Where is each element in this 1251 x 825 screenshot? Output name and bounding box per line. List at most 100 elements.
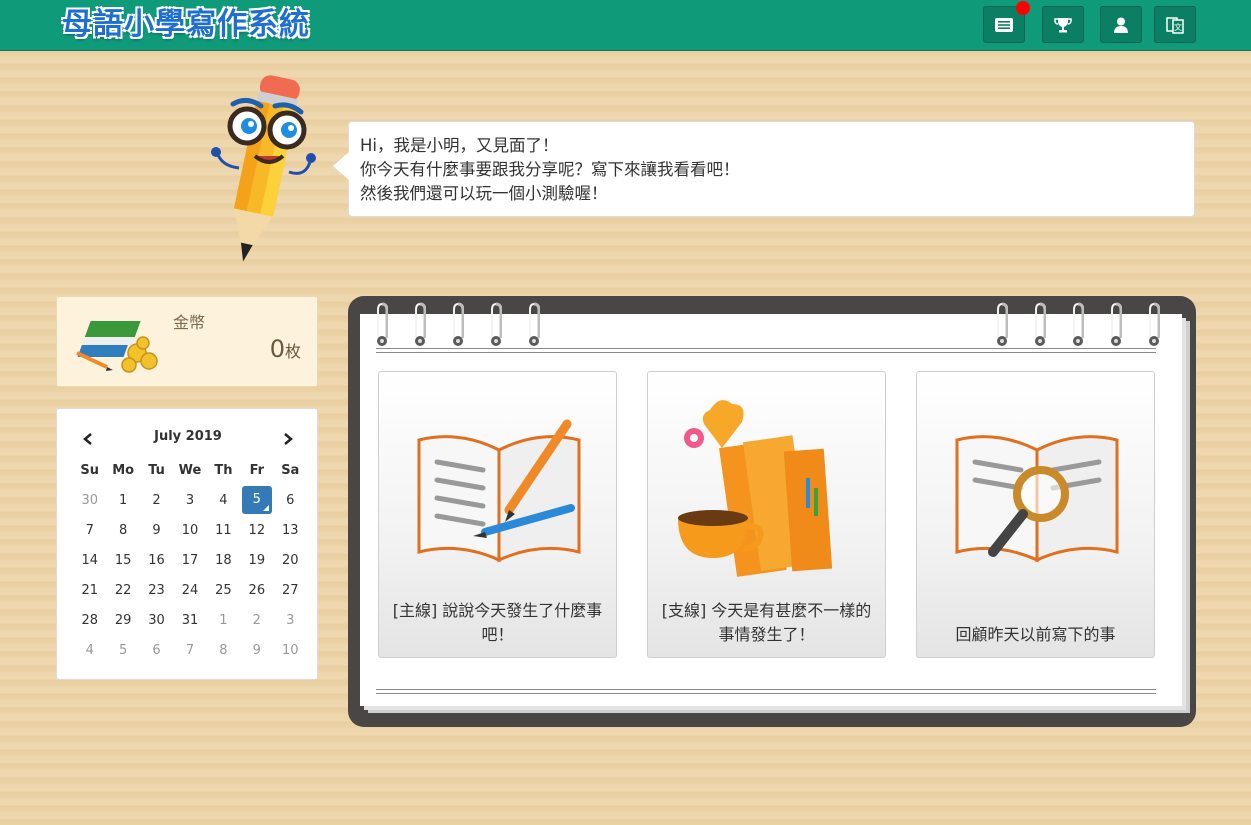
calendar-day[interactable]: 19 [240,545,273,575]
calendar-day-number: 16 [148,552,165,568]
calendar-day-number: 3 [185,492,195,508]
weekday-header: Su [80,462,100,478]
calendar-day[interactable]: 10 [173,515,206,545]
calendar-day[interactable]: 30 [140,605,173,635]
calendar-day[interactable]: 1 [106,485,139,515]
calendar-day[interactable]: 12 [240,515,273,545]
calendar-day[interactable]: 10 [274,635,307,665]
messages-button[interactable] [983,1,1030,43]
speech-line: 你今天有什麼事要跟我分享呢？寫下來讓我看看吧！ [360,160,740,179]
spiral-ring [1111,302,1122,346]
calendar-day-number: 30 [81,492,98,508]
calendar-next-button[interactable] [273,427,303,451]
calendar-day[interactable]: 16 [140,545,173,575]
calendar-day[interactable]: 20 [274,545,307,575]
calendar-day-number: 23 [148,582,165,598]
calendar-day[interactable]: 27 [274,575,307,605]
calendar-day-number: 4 [85,642,94,658]
weekday-header: Fr [249,462,265,478]
calendar-day[interactable]: 9 [140,515,173,545]
side-story-card[interactable]: [支線] 今天是有甚麼不一樣的事情發生了！ [647,371,886,658]
spiral-ring [1149,302,1160,346]
calendar-day-number: 5 [118,642,128,658]
calendar-day[interactable]: 31 [173,605,206,635]
calendar-day[interactable]: 3 [274,605,307,635]
calendar-day[interactable]: 22 [106,575,139,605]
calendar-day[interactable]: 7 [73,515,106,545]
calendar-day[interactable]: 26 [240,575,273,605]
bottom-rule [376,689,1156,694]
calendar-day[interactable]: 28 [73,605,106,635]
calendar-widget: July 2019 Su Mo Tu We Th Fr Sa 30 1 2 3 4 5 6 7 8 9 10 11… [56,408,318,680]
coins-books-icon [76,321,158,373]
calendar-day-number: 24 [181,582,199,598]
calendar-day-number: 8 [118,522,128,538]
coin-label: 金幣 [173,313,206,332]
calendar-day[interactable]: 2 [240,605,273,635]
calendar-day-number: 27 [281,582,299,598]
coin-amount: 0枚 [270,335,301,363]
calendar-day-number: 7 [185,642,195,658]
top-rule [376,348,1156,353]
app-logo-title[interactable]: 母語小學寫作系統 [62,6,310,44]
calendar-day[interactable]: 5 [106,635,139,665]
calendar-day[interactable]: 14 [73,545,106,575]
calendar-day-number: 20 [281,552,299,568]
calendar-day[interactable]: 23 [140,575,173,605]
calendar-day-number: 5 [241,486,272,514]
spiral-ring [1035,302,1046,346]
calendar-day[interactable]: 4 [73,635,106,665]
calendar-day[interactable]: 6 [274,485,307,515]
calendar-day-number: 29 [114,612,132,628]
calendar-day[interactable]: 3 [173,485,206,515]
calendar-day-number: 1 [219,612,228,628]
calendar-day[interactable]: 30 [73,485,106,515]
calendar-day-number: 31 [181,612,199,628]
calendar-prev-button[interactable] [73,427,103,451]
calendar-day[interactable]: 17 [173,545,206,575]
mascot-speech-bubble: Hi，我是小明，又見面了！ 你今天有什麼事要跟我分享呢？寫下來讓我看看吧！ 然後… [333,121,1195,217]
calendar-day[interactable]: 2 [140,485,173,515]
calendar-day[interactable]: 1 [207,605,240,635]
calendar-month-title[interactable]: July 2019 [103,429,273,444]
language-button[interactable]: 文 [1154,6,1196,43]
calendar-day[interactable]: 8 [106,515,139,545]
calendar-day[interactable]: 21 [73,575,106,605]
calendar-day-number: 8 [219,642,228,658]
calendar-grid: Su Mo Tu We Th Fr Sa 30 1 2 3 4 5 6 7 8 9 10 11 12 13 14 15 16… [73,455,307,665]
review-label: 回顧昨天以前寫下的事 [955,625,1116,644]
calendar-day[interactable]: 24 [173,575,206,605]
calendar-day-number: 14 [81,552,98,568]
calendar-day-number: 6 [152,642,161,658]
pencil-mascot-image [211,75,316,262]
main-story-card[interactable]: [主線] 說說今天發生了什麼事吧！ [378,371,617,658]
calendar-day[interactable]: 5 [240,485,273,515]
calendar-day[interactable]: 11 [207,515,240,545]
spiral-ring [491,302,502,346]
list-icon [995,17,1013,32]
calendar-day[interactable]: 29 [106,605,139,635]
calendar-day[interactable]: 18 [207,545,240,575]
svg-text:文: 文 [1174,22,1182,32]
spiral-ring [453,302,464,346]
calendar-day-number: 22 [114,582,132,598]
speech-line: Hi，我是小明，又見面了！ [360,136,559,155]
calendar-day-number: 9 [252,642,261,658]
calendar-day[interactable]: 13 [274,515,307,545]
calendar-day[interactable]: 15 [106,545,139,575]
calendar-day[interactable]: 7 [173,635,206,665]
achievements-button[interactable] [1042,6,1084,43]
calendar-day-number: 2 [252,612,261,628]
calendar-day[interactable]: 6 [140,635,173,665]
calendar-day[interactable]: 25 [207,575,240,605]
trophy-icon [1054,17,1072,32]
calendar-day-number: 30 [148,612,165,628]
calendar-day-number: 1 [118,492,128,508]
calendar-day[interactable]: 9 [240,635,273,665]
calendar-day[interactable]: 4 [207,485,240,515]
calendar-day-number: 17 [181,552,199,568]
review-card[interactable]: 回顧昨天以前寫下的事 [916,371,1155,658]
calendar-day[interactable]: 8 [207,635,240,665]
weekday-header: Sa [281,462,300,478]
profile-button[interactable] [1100,6,1142,43]
